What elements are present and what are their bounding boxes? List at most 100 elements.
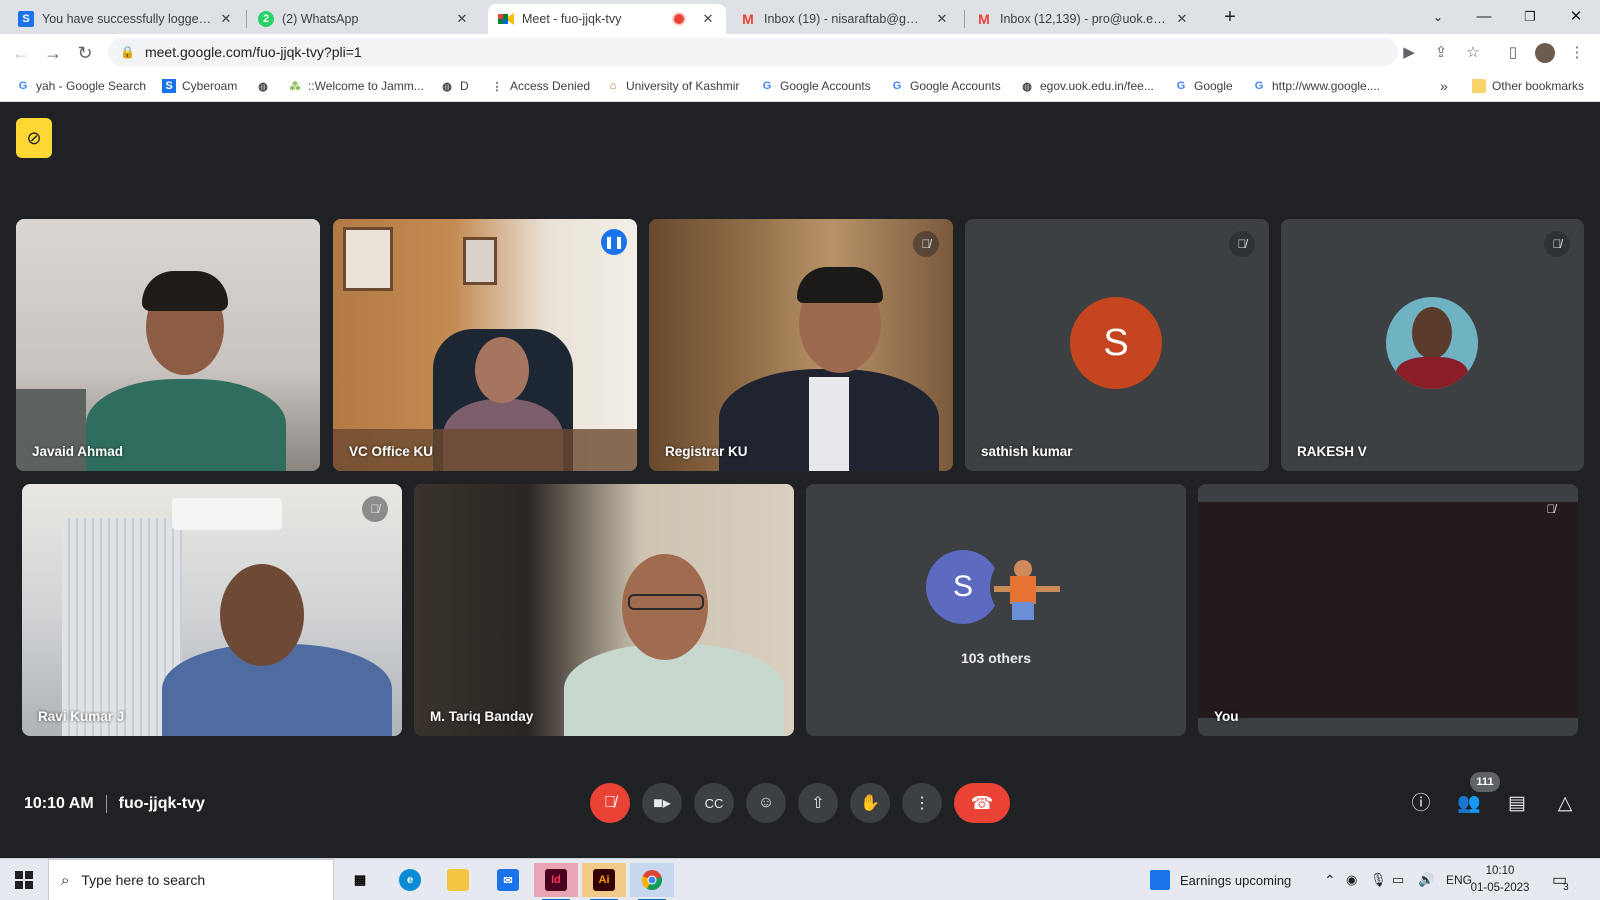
bookmark-item[interactable]: ◍ [256, 76, 276, 96]
bookmark-item[interactable]: Gyah - Google Search [16, 76, 146, 96]
captions-off-icon[interactable]: ⊘ [16, 118, 52, 158]
others-tile[interactable]: S 103 others [806, 484, 1186, 736]
camera-toggle-button[interactable]: ■▸ [642, 783, 682, 823]
microphone-toggle-button[interactable]: 🎙̸ [590, 783, 630, 823]
present-screen-button[interactable]: ⇧ [798, 783, 838, 823]
participant-name: sathish kumar [981, 444, 1073, 459]
participant-tile[interactable]: 🎙̸ Registrar KU [649, 219, 953, 471]
bookmark-item[interactable]: ⋮ Access Denied [490, 76, 591, 96]
tab-gmail-personal[interactable]: M Inbox (19) - nisaraftab@gmail.co ✕ [730, 4, 960, 34]
side-panel-icon[interactable]: ▯ [1500, 40, 1526, 66]
participant-tile[interactable]: S 🎙̸ sathish kumar [965, 219, 1269, 471]
tab-meet[interactable]: Meet - fuo-jjqk-tvy ✕ [488, 4, 726, 34]
bookmark-item[interactable]: ⌂ University of Kashmir [606, 76, 740, 96]
taskbar-clock[interactable]: 10:10 01-05-2023 [1468, 863, 1532, 897]
video-feed [414, 484, 794, 736]
bookmark-item[interactable]: Ghttp://www.google.... [1252, 76, 1380, 96]
bookmark-item[interactable]: G Google [1174, 76, 1233, 96]
close-tab-icon[interactable]: ✕ [454, 11, 470, 27]
restore-button[interactable]: ❐ [1510, 4, 1550, 30]
tab-search-icon[interactable]: ⌄ [1418, 4, 1458, 30]
tab-title: Inbox (12,139) - pro@uok.edu.in [1000, 12, 1168, 26]
file-explorer-icon[interactable] [436, 863, 480, 897]
forward-arrow-icon[interactable]: → [40, 40, 66, 66]
search-placeholder: Type here to search [81, 872, 206, 888]
avatar [1386, 297, 1478, 389]
microphone-tray-icon[interactable]: 🎙 [1370, 859, 1387, 900]
bookmark-label: http://www.google.... [1272, 79, 1381, 93]
speaking-indicator-icon: ❚❚ [601, 229, 627, 255]
people-icon[interactable]: 👥 [1456, 791, 1482, 817]
profile-avatar[interactable] [1532, 40, 1558, 66]
bookmark-label: yah - Google Search [36, 79, 147, 93]
other-bookmarks-folder[interactable]: Other bookmarks [1472, 76, 1584, 96]
close-tab-icon[interactable]: ✕ [1174, 11, 1190, 27]
meeting-details-icon[interactable]: ⓘ [1408, 791, 1434, 817]
self-tile[interactable]: 🎙̸ You [1198, 484, 1578, 736]
notification-center[interactable]: ▭ 3 [1552, 859, 1569, 900]
participant-tile[interactable]: M. Tariq Banday [414, 484, 794, 736]
edge-icon[interactable]: e [388, 863, 432, 897]
leave-call-button[interactable]: ☎ [954, 783, 1010, 823]
network-icon[interactable]: ▭ [1392, 859, 1404, 900]
bookmark-item[interactable]: ◍ D [440, 76, 469, 96]
url-text: meet.google.com/fuo-jjqk-tvy?pli=1 [144, 44, 362, 60]
indesign-icon[interactable]: Id [534, 863, 578, 900]
tab-logged-in[interactable]: S You have successfully logged in t ✕ [8, 4, 244, 34]
sophos-icon: S [18, 11, 34, 27]
show-hidden-icons[interactable]: ⌃ [1324, 859, 1336, 900]
illustrator-icon[interactable]: Ai [582, 863, 626, 900]
bookmark-item[interactable]: G Google Accounts [890, 76, 1001, 96]
bookmark-label: Google Accounts [910, 79, 1001, 93]
bookmark-label: University of Kashmir [626, 79, 740, 93]
participant-tile[interactable]: 🎙̸ RAKESH V [1281, 219, 1584, 471]
bookmark-item[interactable]: ◍ egov.uok.edu.in/fee... [1020, 76, 1154, 96]
minimize-button[interactable]: — [1464, 4, 1504, 30]
tab-whatsapp[interactable]: 2 (2) WhatsApp ✕ [248, 4, 480, 34]
participant-name: M. Tariq Banday [430, 709, 534, 724]
clock-time: 10:10 [1485, 865, 1515, 877]
volume-icon[interactable]: 🔊 [1418, 859, 1434, 900]
activities-icon[interactable]: △ [1552, 791, 1578, 817]
windows-start-icon[interactable] [0, 859, 48, 900]
captions-button[interactable]: CC [694, 783, 734, 823]
weather-widget[interactable]: Earnings upcoming [1150, 859, 1291, 900]
bookmark-item[interactable]: G Google Accounts [760, 76, 871, 96]
menu-kebab-icon[interactable]: ⋮ [1564, 40, 1590, 66]
bookmark-item[interactable]: S Cyberoam [162, 76, 237, 96]
google-icon: G [1254, 80, 1264, 92]
bookmarks-overflow-button[interactable]: » [1440, 76, 1448, 96]
raise-hand-button[interactable]: ✋ [850, 783, 890, 823]
more-options-button[interactable]: ⋮ [902, 783, 942, 823]
close-tab-icon[interactable]: ✕ [700, 11, 716, 27]
bookmark-label: Google Accounts [780, 79, 871, 93]
bookmark-label: D [460, 79, 469, 93]
camera-in-use-icon[interactable]: ▶ [1396, 40, 1422, 66]
whatsapp-icon: 2 [258, 11, 274, 27]
participant-tile-speaking[interactable]: ❚❚ VC Office KU [333, 219, 637, 471]
share-icon[interactable]: ⇪ [1428, 40, 1454, 66]
chrome-icon[interactable] [630, 863, 674, 900]
bookmark-item[interactable]: ⁂::Welcome to Jamm... [288, 76, 424, 96]
browser-tab-strip: S You have successfully logged in t ✕ 2 … [0, 0, 1600, 34]
mic-off-icon: 🎙̸ [1229, 231, 1255, 257]
new-tab-button[interactable]: + [1210, 4, 1250, 30]
close-tab-icon[interactable]: ✕ [934, 11, 950, 27]
participant-tile[interactable]: Javaid Ahmad [16, 219, 320, 471]
taskbar-search-input[interactable]: ⌕ Type here to search [48, 859, 334, 900]
participant-tile[interactable]: 🎙̸ Ravi Kumar J [22, 484, 402, 736]
tab-gmail-work[interactable]: M Inbox (12,139) - pro@uok.edu.in ✕ [966, 4, 1200, 34]
chat-icon[interactable]: ▤ [1504, 791, 1530, 817]
close-tab-icon[interactable]: ✕ [218, 11, 234, 27]
camera-tray-icon[interactable]: ◉ [1346, 859, 1357, 900]
address-bar[interactable]: 🔒 meet.google.com/fuo-jjqk-tvy?pli=1 [108, 38, 1398, 66]
close-window-button[interactable]: ✕ [1556, 4, 1596, 30]
back-arrow-icon[interactable]: ← [8, 40, 34, 66]
reload-icon[interactable]: ↻ [72, 40, 98, 66]
mail-icon[interactable]: ✉ [486, 863, 530, 897]
task-view-icon[interactable]: ▦ [338, 863, 382, 897]
participant-name: RAKESH V [1297, 444, 1367, 459]
avatar: S [1070, 297, 1162, 389]
star-bookmark-icon[interactable]: ☆ [1460, 40, 1486, 66]
emoji-reaction-button[interactable]: ☺ [746, 783, 786, 823]
